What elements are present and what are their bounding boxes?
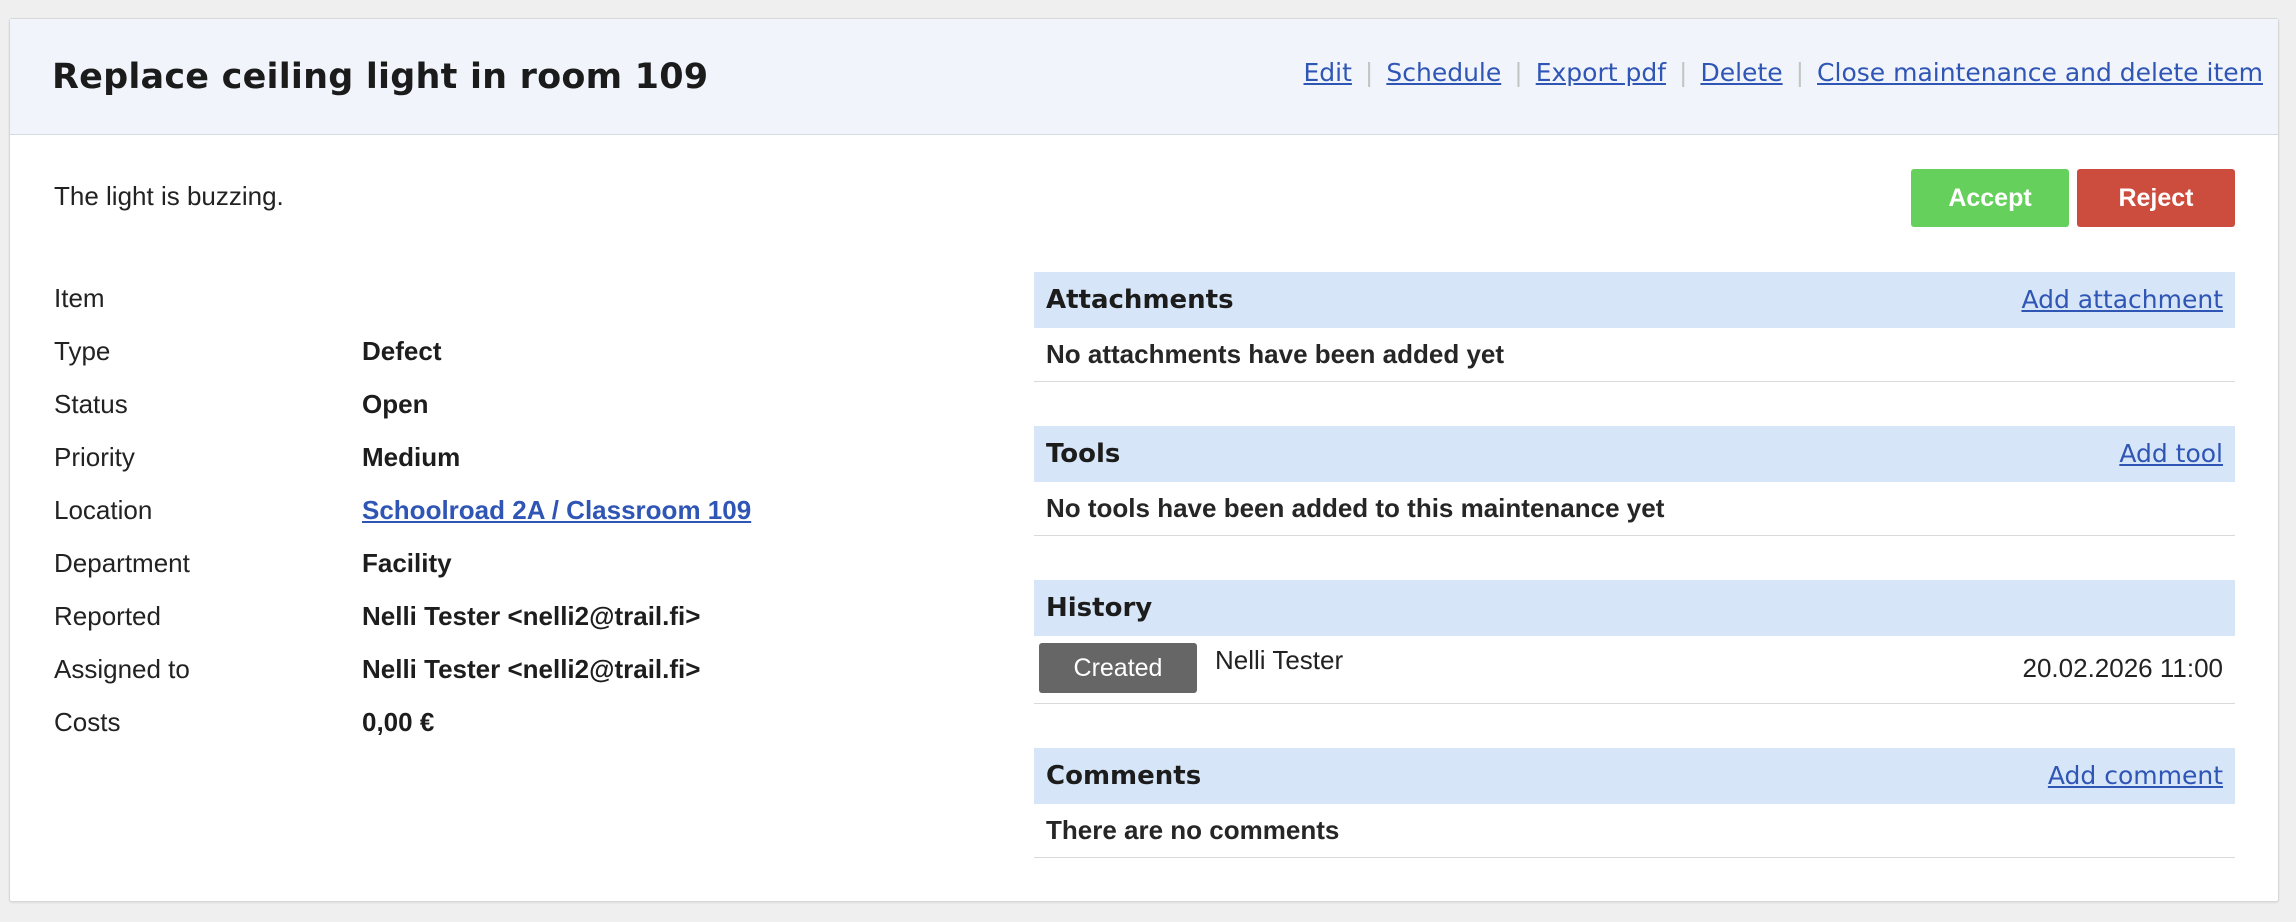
header-actions: Edit | Schedule | Export pdf | Delete | … <box>1304 58 2264 87</box>
assigned-to-value: Nelli Tester <nelli2@trail.fi> <box>362 654 701 684</box>
history-entry: Created Nelli Tester 20.02.2026 11:00 <box>1034 636 2235 704</box>
history-section: History Created Nelli Tester 20.02.2026 … <box>1034 580 2235 704</box>
detail-label: Department <box>54 548 190 578</box>
separator: | <box>1795 58 1805 87</box>
schedule-link[interactable]: Schedule <box>1386 58 1501 87</box>
add-comment-link[interactable]: Add comment <box>2048 761 2223 790</box>
history-timestamp: 20.02.2026 11:00 <box>2022 653 2223 683</box>
comments-header: Comments Add comment <box>1034 748 2235 804</box>
location-link[interactable]: Schoolroad 2A / Classroom 109 <box>362 495 751 526</box>
add-attachment-link[interactable]: Add attachment <box>2021 285 2223 314</box>
department-value: Facility <box>362 548 452 578</box>
separator: | <box>1364 58 1374 87</box>
tools-body: No tools have been added to this mainten… <box>1034 482 2235 536</box>
section-title: History <box>1046 593 1153 623</box>
section-title: Attachments <box>1046 285 1234 315</box>
detail-label: Item <box>54 283 105 313</box>
empty-message: There are no comments <box>1046 815 1340 845</box>
priority-value: Medium <box>362 442 461 472</box>
page-title: Replace ceiling light in room 109 <box>52 57 709 97</box>
costs-value: 0,00 € <box>362 707 435 737</box>
detail-label: Status <box>54 389 128 419</box>
accept-button[interactable]: Accept <box>1911 169 2069 227</box>
comments-section: Comments Add comment There are no commen… <box>1034 748 2235 858</box>
tools-section: Tools Add tool No tools have been added … <box>1034 426 2235 536</box>
delete-link[interactable]: Delete <box>1700 58 1782 87</box>
history-badge: Created <box>1039 643 1197 693</box>
attachments-body: No attachments have been added yet <box>1034 328 2235 382</box>
section-title: Comments <box>1046 761 1202 791</box>
history-user: Nelli Tester <box>1215 645 1344 675</box>
detail-label: Reported <box>54 601 161 631</box>
close-maintenance-link[interactable]: Close maintenance and delete item <box>1817 58 2263 87</box>
maintenance-panel: Replace ceiling light in room 109 Edit |… <box>9 18 2279 902</box>
maintenance-description: The light is buzzing. <box>54 181 284 211</box>
edit-link[interactable]: Edit <box>1304 58 1352 87</box>
detail-label: Priority <box>54 442 135 472</box>
export-pdf-link[interactable]: Export pdf <box>1536 58 1666 87</box>
history-header: History <box>1034 580 2235 636</box>
detail-label: Costs <box>54 707 121 737</box>
detail-label: Location <box>54 495 153 525</box>
panel-header: Replace ceiling light in room 109 Edit |… <box>10 19 2278 135</box>
separator: | <box>1679 58 1688 87</box>
reject-button[interactable]: Reject <box>2077 169 2235 227</box>
empty-message: No tools have been added to this mainten… <box>1046 493 1665 523</box>
attachments-header: Attachments Add attachment <box>1034 272 2235 328</box>
attachments-section: Attachments Add attachment No attachment… <box>1034 272 2235 382</box>
comments-body: There are no comments <box>1034 804 2235 858</box>
type-value: Defect <box>362 336 442 366</box>
reported-value: Nelli Tester <nelli2@trail.fi> <box>362 601 701 631</box>
empty-message: No attachments have been added yet <box>1046 339 1505 369</box>
detail-label: Assigned to <box>54 654 190 684</box>
add-tool-link[interactable]: Add tool <box>2119 439 2223 468</box>
status-value: Open <box>362 389 429 419</box>
tools-header: Tools Add tool <box>1034 426 2235 482</box>
detail-label: Type <box>54 336 111 366</box>
separator: | <box>1514 58 1523 87</box>
section-title: Tools <box>1046 439 1121 469</box>
